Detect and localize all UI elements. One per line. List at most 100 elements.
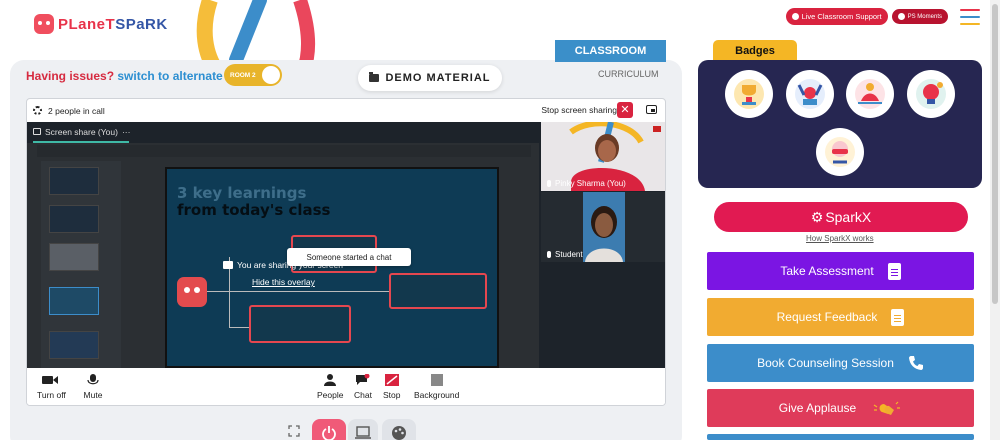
participant-label: Student [547,250,583,259]
stop-sharing-close-icon[interactable]: ✕ [617,102,633,118]
robot-logo-icon [34,14,54,34]
book-counseling-label: Book Counseling Session [757,356,894,370]
call-top-bar: 2 people in call Stop screen sharing ✕ [27,99,665,122]
slide-thumbnail [49,331,99,359]
call-controls: Turn off Mute People Chat Stop Backgroun… [27,368,665,405]
live-support-label: Live Classroom Support [801,12,882,21]
folder-icon [369,72,380,82]
chat-button[interactable]: Chat [354,374,372,400]
raised-hands-badge-icon[interactable] [786,70,834,118]
room-toggle[interactable]: ROOM 2 [224,64,282,86]
sparkx-label: SparkX [825,209,872,225]
document-icon [891,308,905,326]
whiteboard-palette-button[interactable] [382,419,416,440]
moments-icon [897,13,905,20]
toggle-knob [262,66,280,84]
request-feedback-label: Request Feedback [776,310,878,324]
hide-overlay-link[interactable]: Hide this overlay [252,277,343,287]
page-scrollbar[interactable] [990,0,1000,440]
screen-share-icon [33,128,41,135]
participant-tile-teacher[interactable]: Pinky Sharma (You) [541,122,665,191]
end-class-power-button[interactable] [312,419,346,440]
background-icon [430,374,443,386]
chat-label: Chat [354,390,372,400]
fullscreen-icon[interactable] [285,419,303,440]
microphone-icon [547,180,551,187]
book-counseling-button[interactable]: Book Counseling Session [707,344,974,382]
power-icon [322,426,336,440]
more-actions-button[interactable] [707,434,974,440]
settings-gear-icon[interactable] [33,106,42,115]
ps-moments-button[interactable]: PS Moments [891,9,948,24]
phone-icon [908,356,923,370]
slide-connector [229,327,249,328]
camera-icon [41,374,61,386]
slide-thumbnails [41,161,121,368]
request-feedback-button[interactable]: Request Feedback [707,298,974,336]
background-button[interactable]: Background [414,374,459,400]
people-label: People [317,390,344,400]
ps-moments-label: PS Moments [907,13,942,20]
badges-tab: Badges [713,40,797,62]
give-applause-label: Give Applause [778,401,857,415]
support-icon [791,13,799,20]
screen-share-tab[interactable]: Screen share (You) ··· [27,122,539,143]
turn-off-label: Turn off [37,390,66,400]
idea-badge-icon[interactable] [907,70,955,118]
logo-text: PLaneTSPaRK [58,15,168,33]
stop-share-button[interactable]: Stop [383,374,401,400]
microphone-icon [547,251,551,258]
meditation-badge-icon[interactable] [846,70,894,118]
clapping-hands-icon [873,401,901,415]
laptop-icon [355,426,371,439]
robot-mascot-icon [177,277,207,307]
slide-thumbnail [49,205,99,233]
genius-badge-icon[interactable] [816,128,864,176]
screen-share-button[interactable] [348,419,378,440]
tab-curriculum[interactable]: CURRICULUM [598,69,659,79]
how-sparkx-works-link[interactable]: How SparkX works [806,234,874,243]
badges-panel [698,60,982,188]
call-stage: Screen share (You) ··· 3 key learnings f… [27,122,665,368]
slide-box [249,305,351,343]
demo-material-button[interactable]: DEMO MATERIAL [358,65,502,91]
demo-material-label: DEMO MATERIAL [385,72,491,84]
tab-classroom[interactable]: CLASSROOM [555,40,666,62]
people-in-call-count: 2 people in call [48,105,105,116]
shared-app-toolbar [37,145,531,157]
issues-question: Having issues? [26,69,115,83]
sparkx-button[interactable]: ⚙ SparkX [714,202,968,232]
turn-off-camera-button[interactable]: Turn off [37,374,66,400]
stop-screen-sharing-label[interactable]: Stop screen sharing [541,105,617,115]
slide-thumbnail [49,243,99,271]
mute-button[interactable]: Mute [83,374,103,400]
shared-screen-content: 3 key learnings from today's class You a… [27,143,539,368]
slide-title: 3 key learnings from today's class [177,184,331,219]
background-label: Background [414,390,460,400]
trophy-badge-icon[interactable] [725,70,773,118]
participant-tile-student[interactable]: Student [541,192,665,262]
sparkx-gear-icon: ⚙ [810,208,824,225]
picture-in-picture-icon[interactable] [646,105,657,114]
live-support-button[interactable]: Live Classroom Support [785,8,888,25]
take-assessment-button[interactable]: Take Assessment [707,252,974,290]
stop-label: Stop [383,390,401,400]
alternate-room-prompt: Having issues? switch to alternate room [26,69,256,83]
give-applause-button[interactable]: Give Applause [707,389,974,427]
take-assessment-label: Take Assessment [780,264,874,278]
slide-thumbnail [49,167,99,195]
chat-toast-notification: Someone started a chat [287,248,411,266]
people-button[interactable]: People [317,374,343,400]
scrollbar-thumb[interactable] [992,4,998,304]
stop-share-icon [384,374,399,386]
room-label: ROOM 2 [230,71,256,79]
mute-label: Mute [83,390,103,400]
chat-icon [355,374,371,386]
slide-box [389,273,487,309]
hamburger-menu-icon[interactable] [960,8,980,25]
clipboard-icon [887,262,901,280]
person-icon [323,374,337,386]
planetspark-logo[interactable]: PLaneTSPaRK [34,14,168,34]
monitor-icon [223,261,233,269]
participant-label: Pinky Sharma (You) [547,179,626,188]
